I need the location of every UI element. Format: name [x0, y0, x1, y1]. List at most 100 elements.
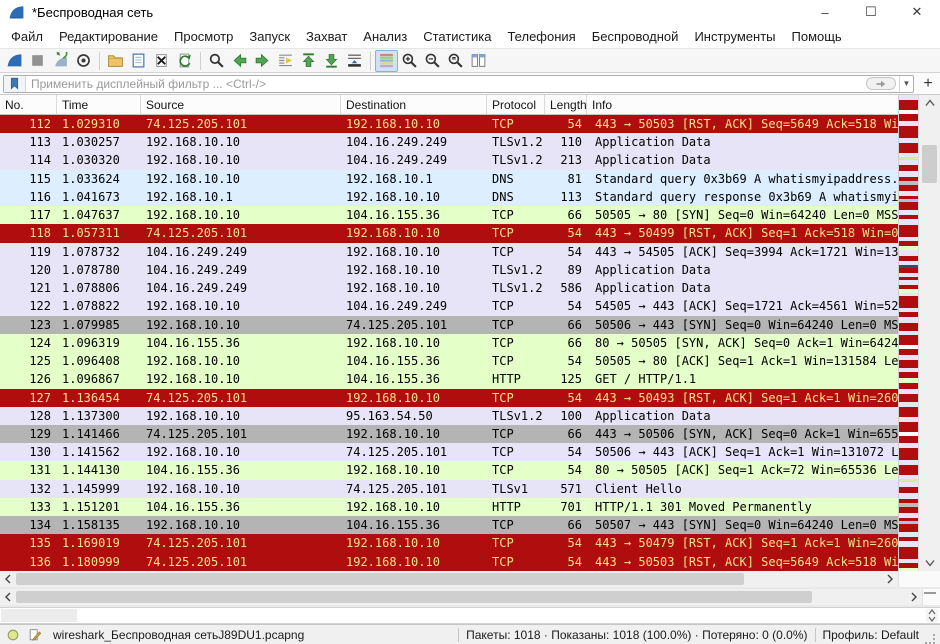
menu-statistics[interactable]: Статистика [415, 26, 499, 47]
packet-row[interactable]: 1301.141562192.168.10.1074.125.205.101TC… [0, 443, 898, 461]
menu-telephony[interactable]: Телефония [499, 26, 583, 47]
packet-row[interactable]: 1351.16901974.125.205.101192.168.10.10TC… [0, 534, 898, 552]
vertical-scrollbar[interactable] [918, 95, 940, 571]
menu-analyze[interactable]: Анализ [355, 26, 415, 47]
vertical-scrollbar-thumb[interactable] [922, 145, 937, 183]
scroll-right-arrow-icon[interactable] [882, 571, 898, 587]
zoom-in-button[interactable] [398, 50, 421, 72]
packet-row[interactable]: 1191.078732104.16.249.249192.168.10.10TC… [0, 243, 898, 261]
menu-edit[interactable]: Редактирование [51, 26, 166, 47]
maximize-button[interactable]: ☐ [848, 0, 894, 24]
filter-dropdown-caret-icon[interactable]: ▼ [899, 76, 913, 92]
packet-source: 74.125.205.101 [141, 425, 341, 443]
menu-view[interactable]: Просмотр [166, 26, 241, 47]
packet-row[interactable]: 1311.144130104.16.155.36192.168.10.10TCP… [0, 461, 898, 479]
add-filter-button-plus-icon[interactable]: + [919, 75, 937, 93]
packet-row[interactable]: 1131.030257192.168.10.10104.16.249.249TL… [0, 133, 898, 151]
scroll-left-arrow-icon[interactable] [0, 571, 16, 587]
minimize-button[interactable]: – [802, 0, 848, 24]
menu-file[interactable]: Файл [3, 26, 51, 47]
go-first-packet-button[interactable] [297, 50, 320, 72]
profile-label[interactable]: Профиль: Default [823, 628, 920, 642]
scroll-up-arrow-icon[interactable] [919, 95, 940, 111]
packet-destination: 192.168.10.10 [341, 425, 487, 443]
packet-row[interactable]: 1321.145999192.168.10.1074.125.205.101TL… [0, 480, 898, 498]
packet-row[interactable]: 1201.078780104.16.249.249192.168.10.10TL… [0, 261, 898, 279]
display-filter-field[interactable]: ▼ [3, 75, 914, 93]
open-file-button[interactable] [104, 50, 127, 72]
resize-grip[interactable] [925, 634, 935, 644]
menu-go[interactable]: Запуск [241, 26, 298, 47]
packet-time: 1.096319 [57, 334, 141, 352]
packet-row[interactable]: 1171.047637192.168.10.10104.16.155.36TCP… [0, 206, 898, 224]
lower-pane-hscrollbar[interactable] [0, 589, 922, 605]
packet-list-hscrollbar[interactable] [0, 571, 898, 587]
packet-destination: 192.168.10.10 [341, 389, 487, 407]
capture-options-button[interactable] [72, 50, 95, 72]
splitter-grip[interactable] [924, 592, 936, 594]
column-header-source[interactable]: Source [141, 95, 341, 114]
packet-row[interactable]: 1151.033624192.168.10.10192.168.10.1DNS8… [0, 170, 898, 188]
packet-length: 701 [545, 498, 587, 516]
packet-no: 120 [0, 261, 57, 279]
go-to-packet-button[interactable] [274, 50, 297, 72]
packet-row[interactable]: 1251.096408192.168.10.10104.16.155.36TCP… [0, 352, 898, 370]
capture-filename[interactable]: wireshark_Беспроводная сетьJ89DU1.pcapng [53, 628, 304, 642]
zoom-normal-button[interactable] [444, 50, 467, 72]
close-button[interactable]: ✕ [894, 0, 940, 24]
menu-help[interactable]: Помощь [784, 26, 850, 47]
packet-row[interactable]: 1281.137300192.168.10.1095.163.54.50TLSv… [0, 407, 898, 425]
find-packet-button[interactable] [205, 50, 228, 72]
column-header-no[interactable]: No. [0, 95, 57, 114]
save-file-button[interactable] [127, 50, 150, 72]
go-last-packet-button[interactable] [320, 50, 343, 72]
packet-row[interactable]: 1231.079985192.168.10.1074.125.205.101TC… [0, 316, 898, 334]
auto-scroll-button[interactable] [343, 50, 366, 72]
colorize-button[interactable] [375, 50, 398, 72]
filter-bookmark-icon[interactable] [4, 76, 26, 92]
display-filter-input[interactable] [26, 77, 866, 91]
column-header-info[interactable]: Info [587, 95, 898, 114]
reload-file-button[interactable] [173, 50, 196, 72]
scroll-left-arrow-icon[interactable] [0, 589, 16, 605]
detail-pane-scrollbar[interactable] [926, 609, 938, 622]
menu-capture[interactable]: Захват [298, 26, 355, 47]
intelligent-scrollbar-minimap[interactable] [898, 95, 918, 571]
packet-time: 1.033624 [57, 170, 141, 188]
packet-row[interactable]: 1211.078806104.16.249.249192.168.10.10TL… [0, 279, 898, 297]
go-forward-button[interactable] [251, 50, 274, 72]
packet-row[interactable]: 1181.05731174.125.205.101192.168.10.10TC… [0, 224, 898, 242]
packet-row[interactable]: 1291.14146674.125.205.101192.168.10.10TC… [0, 425, 898, 443]
packet-time: 1.169019 [57, 534, 141, 552]
menu-wireless[interactable]: Беспроводной [584, 26, 687, 47]
packet-row[interactable]: 1341.158135192.168.10.10104.16.155.36TCP… [0, 516, 898, 534]
column-header-length[interactable]: Length [545, 95, 587, 114]
close-file-button[interactable] [150, 50, 173, 72]
packet-row[interactable]: 1161.041673192.168.10.1192.168.10.10DNS1… [0, 188, 898, 206]
packet-row[interactable]: 1261.096867192.168.10.10104.16.155.36HTT… [0, 370, 898, 388]
restart-capture-button[interactable] [49, 50, 72, 72]
go-back-button[interactable] [228, 50, 251, 72]
hscrollbar-thumb[interactable] [16, 573, 744, 585]
expert-info-icon[interactable] [5, 627, 21, 643]
packet-row[interactable]: 1361.18099974.125.205.101192.168.10.10TC… [0, 553, 898, 571]
packet-row[interactable]: 1141.030320192.168.10.10104.16.249.249TL… [0, 151, 898, 169]
packet-row[interactable]: 1221.078822192.168.10.10104.16.249.249TC… [0, 297, 898, 315]
resize-columns-button[interactable] [467, 50, 490, 72]
scroll-down-arrow-icon[interactable] [919, 555, 940, 571]
scroll-right-arrow-icon[interactable] [906, 589, 922, 605]
column-header-destination[interactable]: Destination [341, 95, 487, 114]
packet-row[interactable]: 1331.151201104.16.155.36192.168.10.10HTT… [0, 498, 898, 516]
apply-filter-button[interactable] [866, 77, 896, 90]
packet-row[interactable]: 1121.02931074.125.205.101192.168.10.10TC… [0, 115, 898, 133]
column-header-time[interactable]: Time [57, 95, 141, 114]
packet-row[interactable]: 1271.13645474.125.205.101192.168.10.10TC… [0, 389, 898, 407]
stop-capture-button[interactable] [26, 50, 49, 72]
column-header-protocol[interactable]: Protocol [487, 95, 545, 114]
packet-row[interactable]: 1241.096319104.16.155.36192.168.10.10TCP… [0, 334, 898, 352]
menu-tools[interactable]: Инструменты [686, 26, 783, 47]
zoom-out-button[interactable] [421, 50, 444, 72]
hscrollbar-thumb[interactable] [16, 591, 812, 603]
start-capture-button[interactable] [3, 50, 26, 72]
capture-comment-icon[interactable] [27, 627, 43, 643]
